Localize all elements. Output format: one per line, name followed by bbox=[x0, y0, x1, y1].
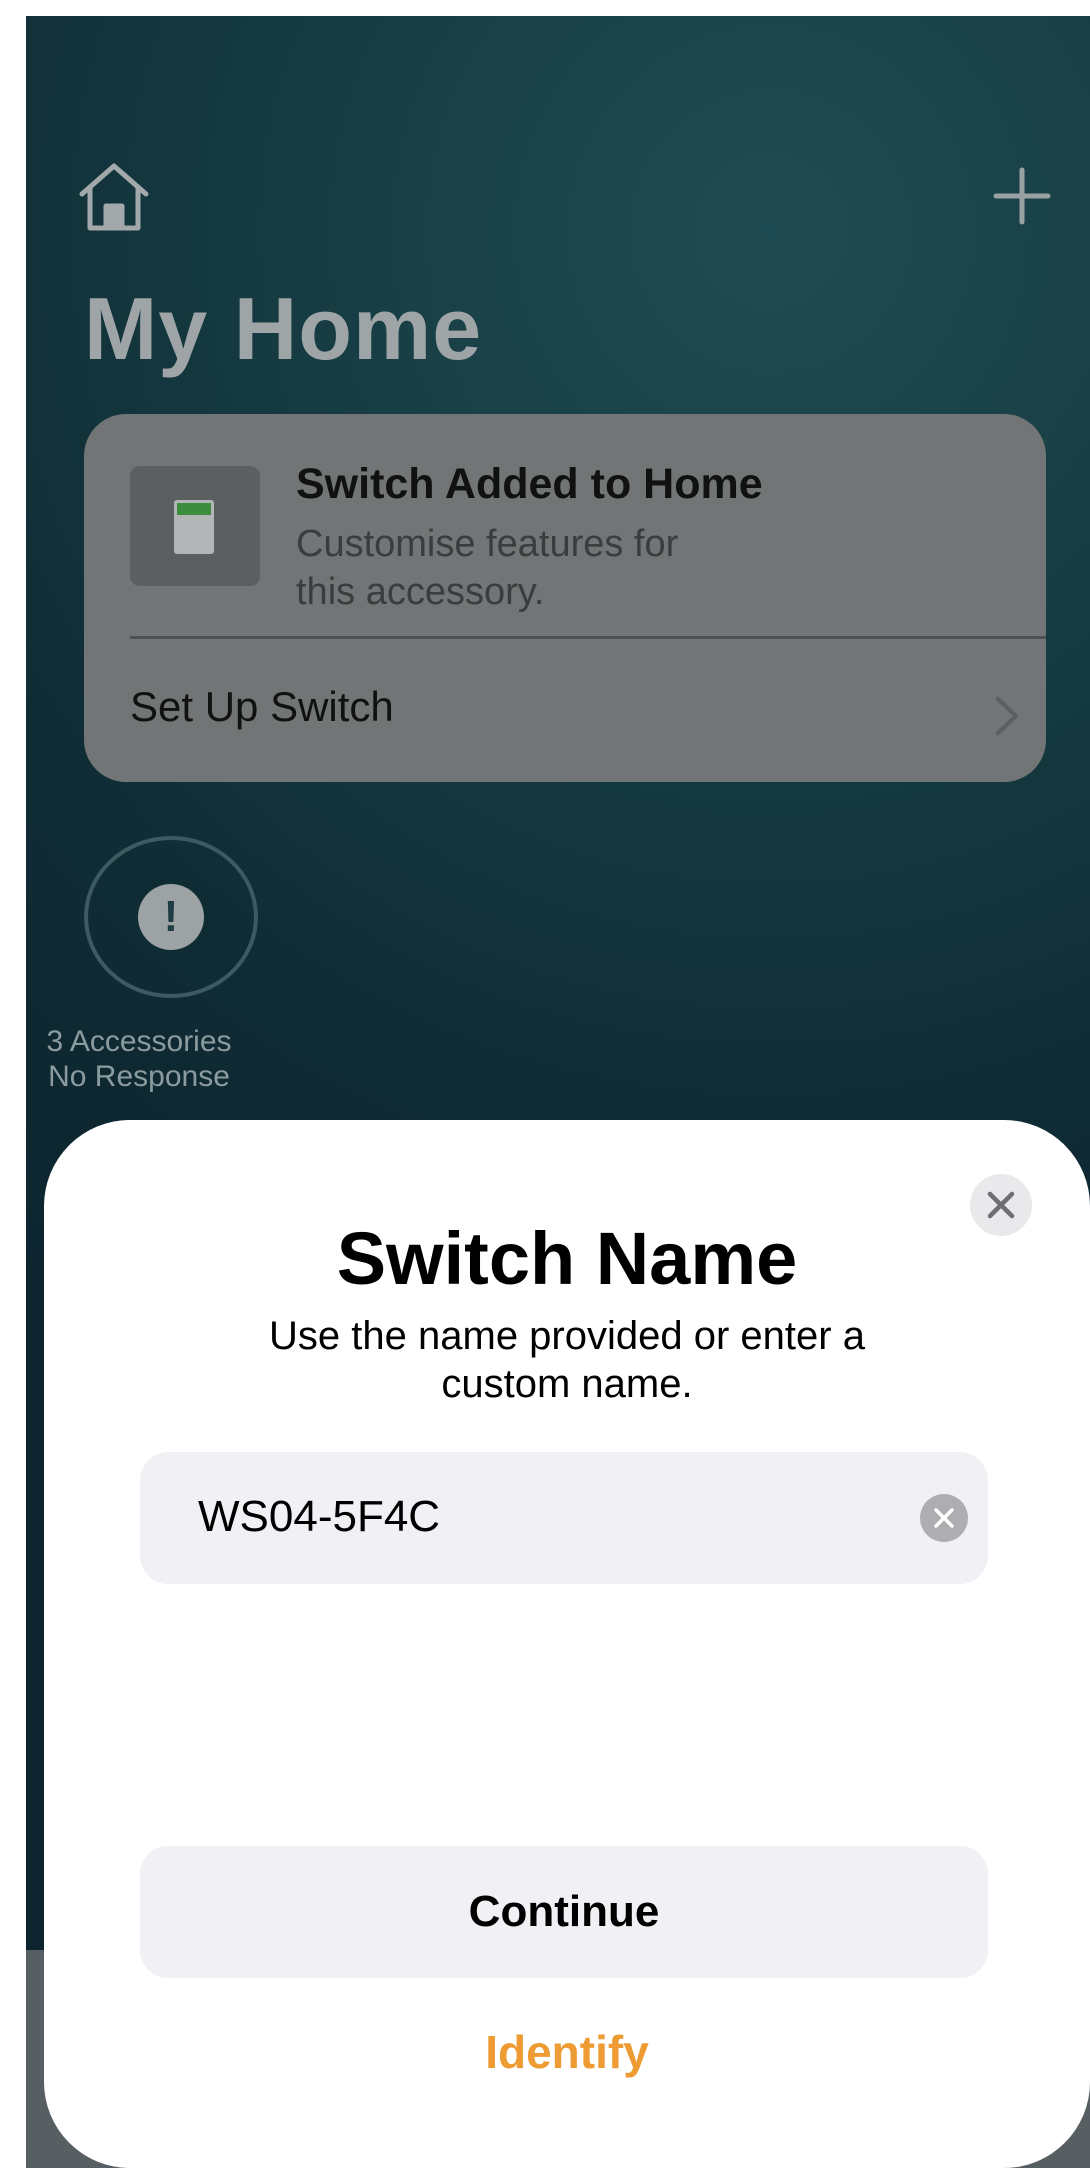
clear-icon bbox=[934, 1508, 954, 1528]
card-subtitle-line2: this accessory. bbox=[296, 571, 545, 613]
identify-button[interactable]: Identify bbox=[367, 2020, 767, 2084]
accessory-added-card[interactable]: Switch Added to Home Customise features … bbox=[84, 414, 1046, 782]
accessories-status-label: 3 Accessories No Response bbox=[34, 1024, 244, 1094]
card-subtitle-line1: Customise features for bbox=[296, 523, 679, 565]
switch-name-field[interactable] bbox=[140, 1452, 988, 1584]
status-line2: No Response bbox=[48, 1060, 230, 1093]
home-screen: My Home Switch Added to Home Customise f… bbox=[26, 16, 1090, 2168]
card-subtitle: Customise features for this accessory. bbox=[296, 520, 816, 616]
clear-text-button[interactable] bbox=[920, 1494, 968, 1542]
home-icon[interactable] bbox=[76, 158, 152, 234]
card-title: Switch Added to Home bbox=[296, 460, 763, 508]
continue-button[interactable]: Continue bbox=[140, 1846, 988, 1978]
sheet-description: Use the name provided or enter a custom … bbox=[269, 1314, 865, 1406]
switch-name-input[interactable] bbox=[198, 1486, 898, 1548]
set-up-switch-label: Set Up Switch bbox=[130, 683, 394, 730]
plus-icon[interactable] bbox=[992, 166, 1052, 226]
chevron-right-icon bbox=[996, 697, 1018, 735]
switch-name-sheet: Switch Name Use the name provided or ent… bbox=[44, 1120, 1090, 2168]
close-icon bbox=[987, 1191, 1015, 1219]
set-up-switch-row[interactable]: Set Up Switch bbox=[84, 639, 1046, 782]
accessories-status-button[interactable]: ! bbox=[84, 836, 258, 998]
status-line1: 3 Accessories bbox=[46, 1025, 232, 1058]
exclamation-icon: ! bbox=[138, 884, 204, 950]
sheet-title: Switch Name bbox=[336, 1217, 798, 1300]
switch-icon bbox=[130, 466, 260, 586]
page-title: My Home bbox=[84, 279, 483, 378]
